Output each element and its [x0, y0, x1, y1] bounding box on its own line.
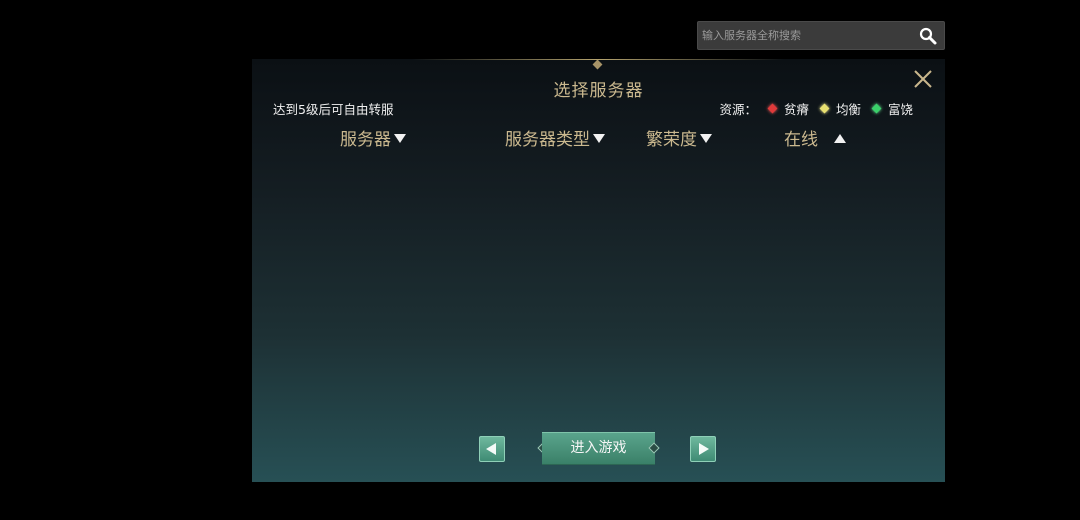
server-select-panel: 选择服务器 达到5级后可自由转服 资源： 贫瘠 均衡 富饶 服务器 服务器类型 …: [252, 59, 945, 482]
sort-down-icon: [593, 133, 605, 143]
panel-top-ornament-gem: [592, 59, 603, 70]
green-gem-icon: [871, 103, 882, 114]
column-header-server-type[interactable]: 服务器类型: [505, 125, 605, 150]
next-page-button[interactable]: [690, 436, 716, 462]
screen: 选择服务器 达到5级后可自由转服 资源： 贫瘠 均衡 富饶 服务器: [0, 0, 1080, 520]
resource-legend-rich: 富饶: [871, 99, 913, 118]
resource-legend-balanced: 均衡: [819, 99, 861, 118]
sort-up-icon: [834, 134, 846, 143]
server-list: [272, 159, 925, 419]
sort-down-icon: [394, 133, 406, 143]
search-icon[interactable]: [918, 26, 938, 46]
sort-down-icon: [700, 133, 712, 143]
server-search-bar: [697, 21, 945, 50]
prev-page-button[interactable]: [479, 436, 505, 462]
resource-legend: 资源： 贫瘠 均衡 富饶: [719, 99, 913, 118]
column-header-online[interactable]: 在线: [784, 125, 846, 150]
enter-game-button[interactable]: 进入游戏: [542, 432, 655, 465]
column-header-prosperity[interactable]: 繁荣度: [646, 125, 712, 150]
arrow-right-icon: [699, 443, 709, 455]
resource-legend-barren: 贫瘠: [767, 99, 809, 118]
server-search-input[interactable]: [698, 22, 912, 49]
transfer-hint: 达到5级后可自由转服: [273, 102, 394, 117]
arrow-left-icon: [486, 443, 496, 455]
yellow-gem-icon: [819, 103, 830, 114]
resource-legend-label: 资源：: [719, 102, 757, 117]
close-icon[interactable]: [911, 67, 935, 91]
column-header-server[interactable]: 服务器: [340, 125, 406, 150]
red-gem-icon: [767, 103, 778, 114]
page-title: 选择服务器: [553, 81, 644, 101]
